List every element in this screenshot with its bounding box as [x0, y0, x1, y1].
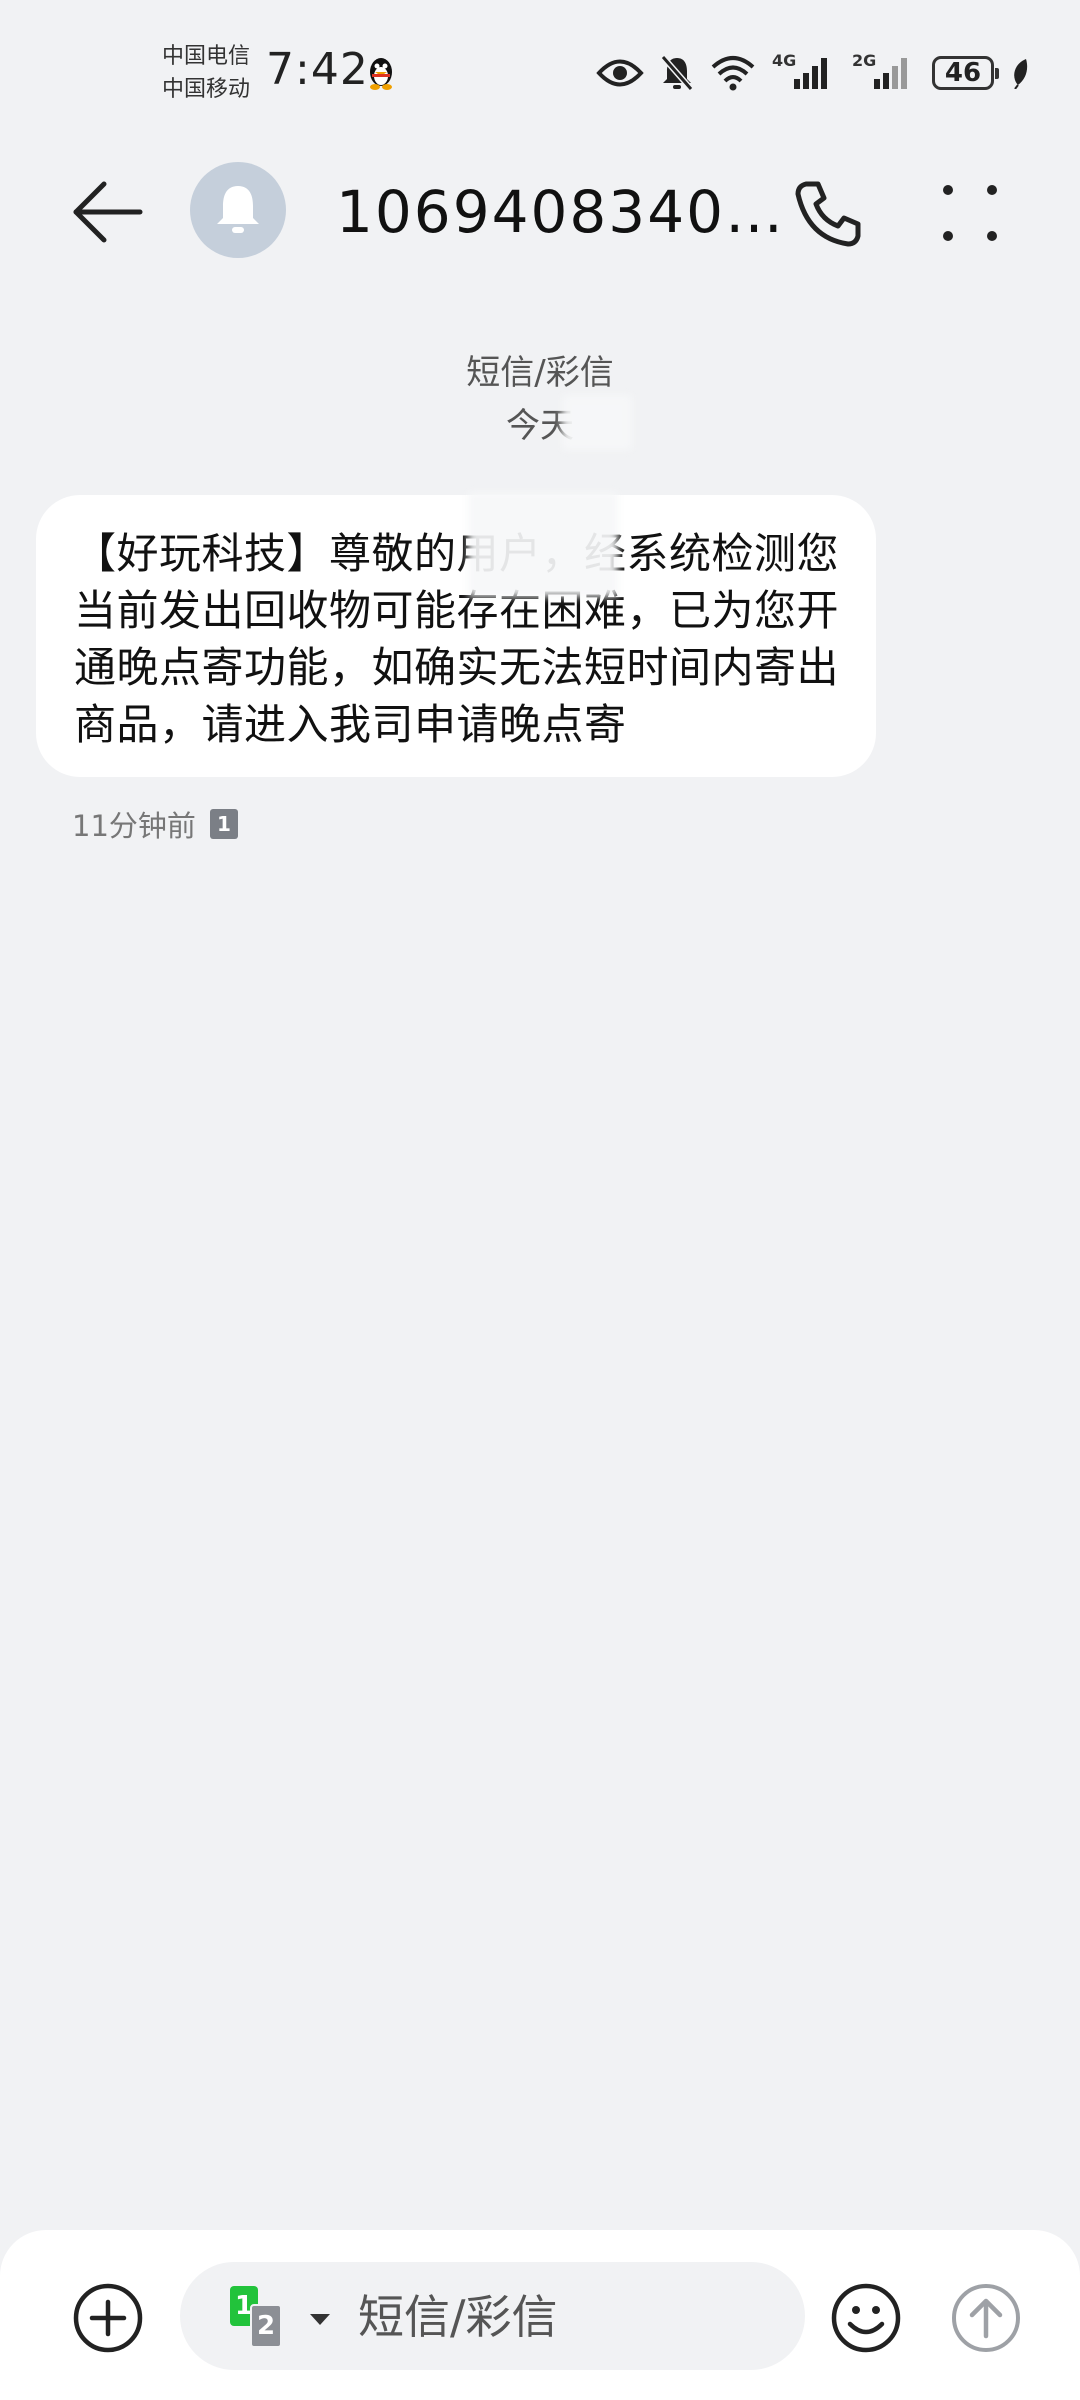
call-button[interactable]: [792, 178, 864, 250]
status-bar: 中国电信 中国移动 7:42 4G 2G 46: [0, 0, 1080, 130]
message-bubble[interactable]: 【好玩科技】尊敬的用户，经系统检测您当前发出回收物可能存在困难，已为您开通晚点寄…: [36, 495, 876, 777]
sim-selector[interactable]: 1 2: [230, 2286, 300, 2348]
wifi-icon: [710, 55, 756, 91]
sim-card-icon: 1: [209, 809, 238, 839]
contact-name[interactable]: 1069408340…: [336, 178, 785, 246]
contact-avatar[interactable]: [190, 162, 286, 258]
eye-comfort-icon: [596, 56, 644, 90]
clock: 7:42: [266, 44, 369, 95]
back-button[interactable]: [70, 180, 146, 244]
qq-penguin-icon: [366, 54, 396, 92]
thread-type-label: 短信/彩信: [466, 353, 614, 393]
thread-date-label: 今天: [506, 406, 574, 446]
message-input[interactable]: [356, 2284, 780, 2350]
send-arrow-icon: [952, 2284, 1020, 2352]
carrier-1: 中国电信: [162, 44, 251, 69]
more-dots-icon: [943, 185, 997, 241]
carrier-names: 中国电信 中国移动: [162, 40, 250, 106]
conversation-header: 1069408340…: [0, 150, 1080, 270]
back-arrow-icon: [73, 181, 143, 243]
add-attachment-button[interactable]: [72, 2282, 144, 2354]
dropdown-triangle-icon[interactable]: [308, 2312, 332, 2326]
message-input-container: 1 2: [180, 2262, 805, 2370]
message-meta: 11分钟前 1: [72, 803, 238, 845]
phone-icon: [795, 181, 861, 247]
privacy-blur-patch: [562, 395, 632, 450]
smiley-icon: [831, 2283, 901, 2353]
sim-2-icon: 2: [250, 2304, 282, 2348]
emoji-button[interactable]: [830, 2282, 902, 2354]
plus-circle-icon: [73, 2283, 143, 2353]
privacy-blur-patch: [468, 492, 618, 597]
compose-bar: 1 2: [0, 2230, 1080, 2400]
bell-icon: [217, 186, 259, 233]
more-options-button[interactable]: [940, 178, 1000, 248]
battery-indicator: 46: [932, 56, 999, 90]
signal-4g-icon: 4G: [772, 51, 836, 93]
status-icons: 4G 2G 46: [596, 48, 1030, 98]
send-button[interactable]: [950, 2282, 1022, 2354]
carrier-2: 中国移动: [162, 77, 251, 102]
message-time: 11分钟前: [72, 809, 196, 843]
signal-2g-icon: 2G: [852, 51, 916, 93]
leaf-power-saving-icon: [1010, 57, 1030, 89]
mute-bell-icon: [660, 54, 694, 92]
